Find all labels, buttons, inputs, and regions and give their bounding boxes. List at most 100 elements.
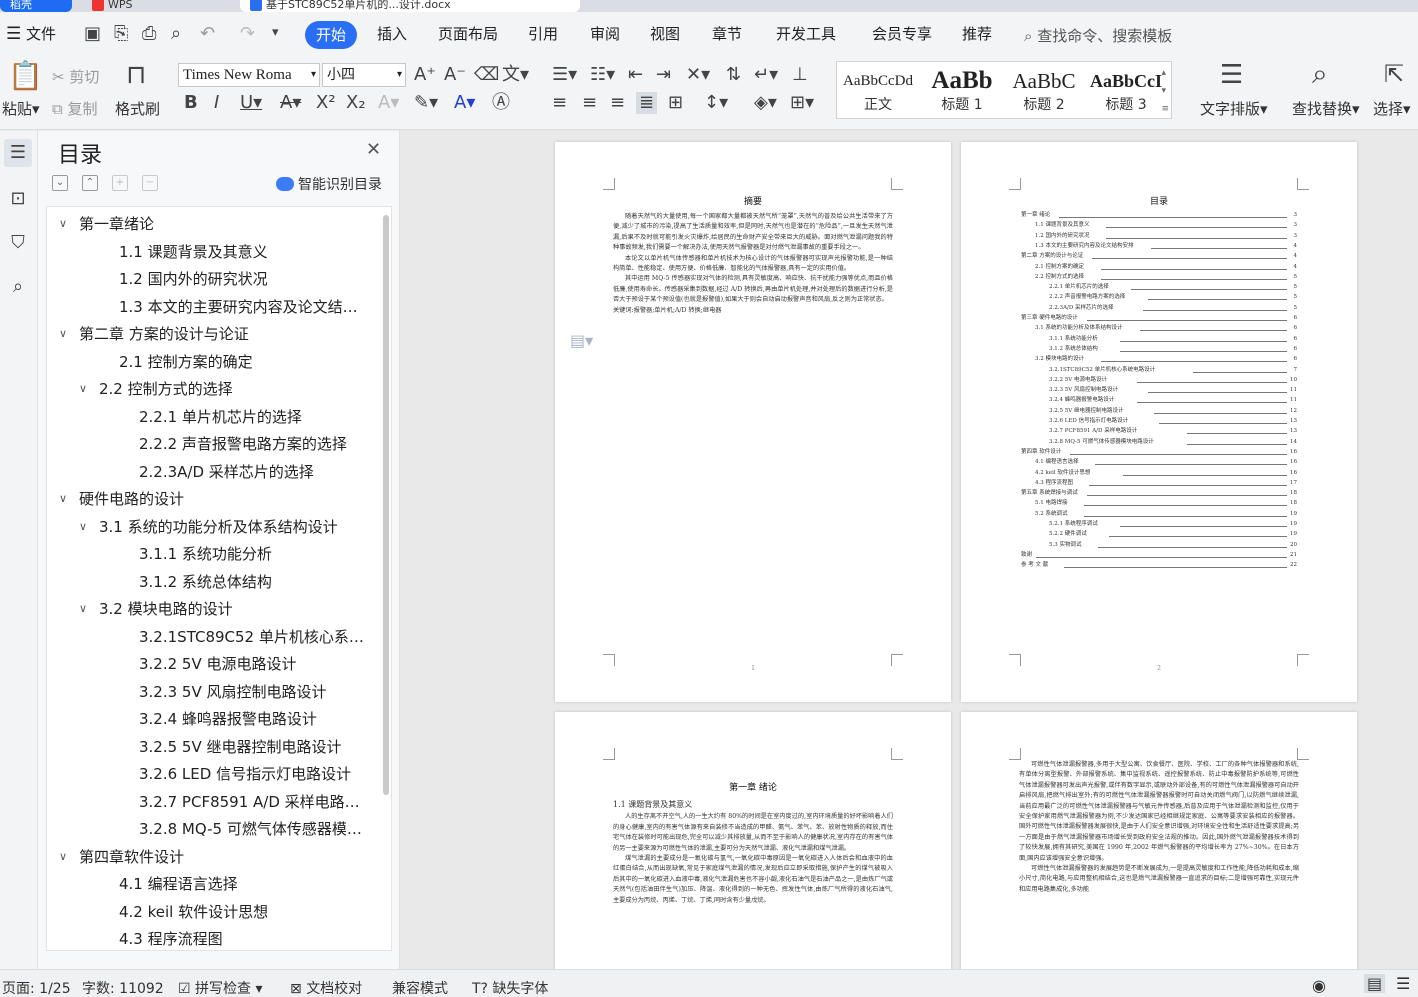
- add-heading-icon[interactable]: +: [112, 175, 128, 191]
- align-left-icon[interactable]: ≡: [552, 94, 567, 112]
- tab-wps[interactable]: WPS: [82, 0, 232, 12]
- chevron-down-icon[interactable]: ∨: [79, 514, 87, 540]
- cut-button[interactable]: ✂ 剪切: [52, 66, 99, 87]
- toc-item[interactable]: 3.2.8 MQ-5 可燃气体传感器模块电路设计: [139, 816, 369, 842]
- paste-icon[interactable]: 📋: [8, 62, 43, 90]
- bullets-icon[interactable]: ☰▾: [552, 66, 577, 84]
- page-indicator[interactable]: 页面: 1/25: [2, 978, 71, 997]
- style-scroll-icon[interactable]: ▴ ▾ ≡: [1161, 64, 1169, 118]
- remove-heading-icon[interactable]: −: [142, 175, 158, 191]
- style-normal[interactable]: AaBbCcDd 正文: [837, 62, 919, 120]
- eye-protect-icon[interactable]: ◉: [1312, 976, 1326, 995]
- print-icon[interactable]: ⎙: [142, 25, 156, 43]
- proofread-button[interactable]: ⊠ 文档校对: [290, 978, 362, 997]
- borders-icon[interactable]: ⊞▾: [790, 94, 814, 112]
- shrink-font-icon[interactable]: A⁻: [444, 66, 466, 84]
- menu-insert[interactable]: 插入: [377, 23, 407, 44]
- save-icon[interactable]: ▣: [84, 25, 101, 43]
- show-marks-icon[interactable]: ↵▾: [754, 66, 778, 84]
- quick-access-dropdown-icon[interactable]: ▾: [272, 26, 279, 39]
- increase-indent-icon[interactable]: ⇥: [656, 66, 671, 84]
- undo-icon[interactable]: ↶: [200, 25, 215, 43]
- menu-references[interactable]: 引用: [528, 23, 558, 44]
- chevron-down-icon[interactable]: ∨: [59, 486, 67, 512]
- chevron-down-icon[interactable]: ∨: [59, 321, 67, 347]
- toc-item[interactable]: 2.2.2 声音报警电路方案的选择: [139, 431, 369, 457]
- subscript-icon[interactable]: X₂: [346, 94, 366, 112]
- print-preview-icon[interactable]: ⌕: [171, 25, 181, 43]
- expand-all-icon[interactable]: ⌃: [82, 175, 98, 191]
- tab-document[interactable]: 基于STC89C52单片机的...设计.docx: [240, 0, 580, 12]
- shading-icon[interactable]: ◈▾: [754, 94, 777, 112]
- toc-item[interactable]: 1.3 本文的主要研究内容及论文结构安排: [119, 294, 369, 320]
- toc-item[interactable]: 3.2.7 PCF8591 A/D 采样电路设计: [139, 789, 369, 815]
- chevron-down-icon[interactable]: ∨: [79, 376, 87, 402]
- word-count[interactable]: 字数: 11092: [82, 978, 164, 997]
- text-effect-icon[interactable]: A▾: [378, 94, 399, 112]
- file-menu[interactable]: ☰ 文件: [6, 23, 56, 44]
- smart-toc-button[interactable]: 智能识别目录: [276, 174, 382, 194]
- toc-item[interactable]: 3.2 模块电路的设计: [99, 596, 369, 622]
- toc-item[interactable]: 2.2.3A/D 采样芯片的选择: [139, 459, 369, 485]
- toc-item[interactable]: 1.1 课题背景及其意义: [119, 239, 369, 265]
- toc-item[interactable]: 3.1.2 系统总体结构: [139, 569, 369, 595]
- toc-item[interactable]: 3.2.6 LED 信号指示灯电路设计: [139, 761, 369, 787]
- justify-icon[interactable]: ≣: [636, 92, 658, 114]
- scrollbar[interactable]: [383, 215, 389, 795]
- align-right-icon[interactable]: ≡: [610, 94, 625, 112]
- font-name-select[interactable]: Times New Roma ▾: [178, 63, 320, 87]
- export-pdf-icon[interactable]: ⎘: [114, 25, 128, 43]
- spellcheck-button[interactable]: ☑ 拼写检查 ▾: [178, 978, 263, 997]
- char-border-icon[interactable]: Ⓐ: [492, 94, 510, 112]
- find-replace-button[interactable]: 查找替换▾: [1292, 98, 1360, 119]
- bold-icon[interactable]: B: [184, 94, 198, 112]
- toc-item[interactable]: 3.2.2 5V 电源电路设计: [139, 651, 369, 677]
- redo-icon[interactable]: ↷: [240, 25, 255, 43]
- page-view-icon[interactable]: ▤: [1364, 974, 1386, 993]
- menu-page-layout[interactable]: 页面布局: [438, 23, 498, 44]
- chapter-nav-icon[interactable]: ⊡: [4, 185, 32, 213]
- compat-mode[interactable]: 兼容模式: [392, 978, 448, 997]
- toc-item[interactable]: 3.2.5 5V 继电器控制电路设计: [139, 734, 369, 760]
- underline-icon[interactable]: U▾: [240, 94, 262, 112]
- menu-chapter[interactable]: 章节: [712, 23, 742, 44]
- toc-item[interactable]: 3.2.4 蜂鸣器报警电路设计: [139, 706, 369, 732]
- toc-item[interactable]: 2.1 控制方案的确定: [119, 349, 369, 375]
- toc-item[interactable]: 第二章 方案的设计与论证: [79, 321, 369, 347]
- magnifier-icon[interactable]: ⌕: [1312, 60, 1328, 88]
- numbering-icon[interactable]: ☷▾: [590, 66, 615, 84]
- menu-home[interactable]: 开始: [305, 21, 357, 49]
- close-icon[interactable]: ✕: [366, 139, 381, 160]
- text-layout-icon[interactable]: ☰: [1220, 62, 1243, 88]
- outline-icon[interactable]: ☰: [4, 139, 32, 167]
- format-painter-button[interactable]: 格式刷: [115, 98, 160, 119]
- toc-item[interactable]: 1.2 国内外的研究状况: [119, 266, 369, 292]
- chevron-down-icon[interactable]: ∨: [79, 596, 87, 622]
- style-heading-2[interactable]: AaBbC 标题 2: [1003, 62, 1085, 120]
- toc-item[interactable]: 3.2.1STC89C52 单片机核心系统电路设计: [139, 624, 369, 650]
- menu-view[interactable]: 视图: [650, 23, 680, 44]
- menu-review[interactable]: 审阅: [590, 23, 620, 44]
- menu-recommend[interactable]: 推荐: [962, 23, 992, 44]
- format-painter-icon[interactable]: ⊓: [126, 62, 146, 88]
- toc-item[interactable]: 4.1 编程语言选择: [119, 871, 369, 897]
- tab-docer[interactable]: 稻壳: [0, 0, 72, 12]
- text-layout-button[interactable]: 文字排版▾: [1200, 98, 1268, 119]
- clear-format-icon[interactable]: ⌫: [474, 66, 499, 84]
- decrease-indent-icon[interactable]: ⇤: [628, 66, 643, 84]
- toc-item[interactable]: 硬件电路的设计: [79, 486, 369, 512]
- menu-developer[interactable]: 开发工具: [776, 23, 836, 44]
- toc-item[interactable]: 4.2 keil 软件设计思想: [119, 899, 369, 925]
- chevron-down-icon[interactable]: ∨: [59, 211, 67, 237]
- toc-item[interactable]: 4.3 程序流程图: [119, 926, 369, 950]
- menu-member[interactable]: 会员专享: [872, 23, 932, 44]
- toc-item[interactable]: 3.1 系统的功能分析及体系结构设计: [99, 514, 369, 540]
- font-color-icon[interactable]: A▾: [454, 94, 475, 112]
- paste-button[interactable]: 粘贴▾: [2, 98, 40, 119]
- missing-font-button[interactable]: T? 缺失字体: [472, 978, 548, 997]
- paragraph-handle-icon[interactable]: ▤▾: [570, 331, 593, 350]
- strikethrough-icon[interactable]: A▾: [280, 94, 301, 112]
- copy-button[interactable]: ⧉ 复制: [52, 98, 98, 119]
- phonetic-guide-icon[interactable]: 文▾: [502, 66, 529, 84]
- toc-item[interactable]: 2.2.1 单片机芯片的选择: [139, 404, 369, 430]
